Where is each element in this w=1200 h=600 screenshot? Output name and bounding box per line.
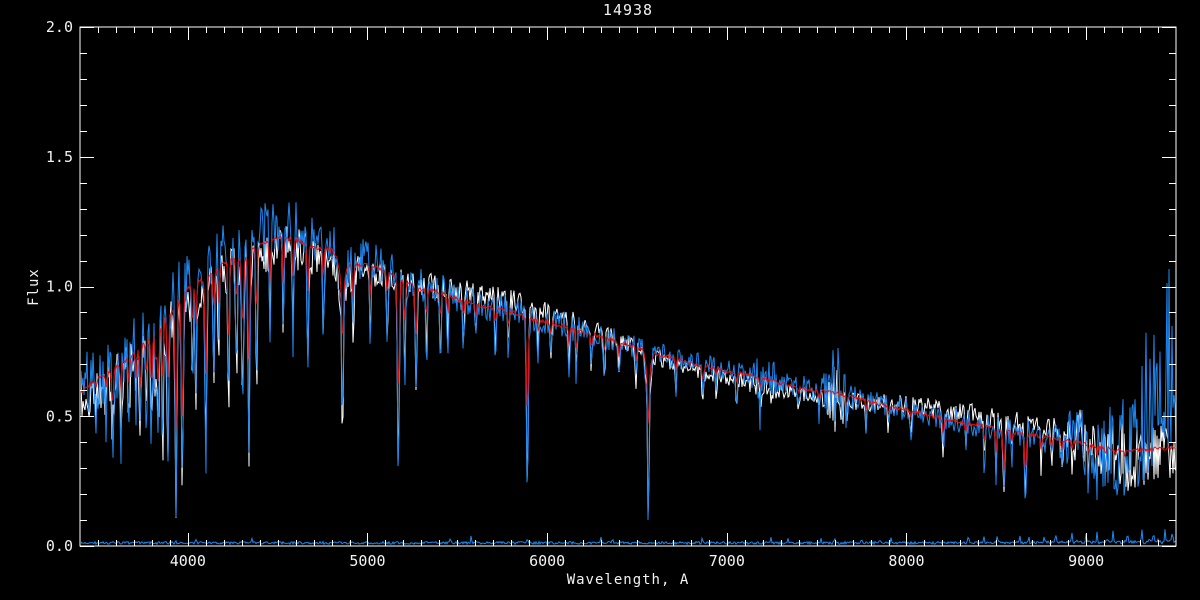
x-tick-label: 4000 (170, 552, 206, 570)
model-fit-path (81, 235, 1176, 471)
x-tick-label: 6000 (529, 552, 565, 570)
tick-labels: 4000 5000 6000 7000 8000 9000 0.0 0.5 1.0 1.5 2.0 (46, 18, 1104, 570)
y-tick-label: 1.5 (46, 148, 73, 166)
y-tick-label: 1.0 (46, 278, 73, 296)
chart-title: 14938 (602, 1, 654, 19)
x-tick-label: 8000 (888, 552, 924, 570)
sky-spectrum-path (81, 529, 1176, 546)
observed-spectrum-path (81, 202, 1176, 521)
x-tick-label: 5000 (349, 552, 385, 570)
x-axis-label: Wavelength, A (566, 572, 690, 588)
spectra-layer (81, 202, 1176, 546)
y-axis-label: Flux (26, 268, 42, 306)
spectrum-plot-window: 4000 5000 6000 7000 8000 9000 0.0 0.5 1.0 1.5 2.0 … (0, 0, 1200, 600)
x-tick-label: 7000 (709, 552, 745, 570)
y-tick-label: 2.0 (46, 18, 73, 36)
x-tick-label: 9000 (1068, 552, 1104, 570)
y-tick-label: 0.0 (46, 537, 73, 555)
y-tick-label: 0.5 (46, 407, 73, 425)
spectrum-plot-svg: 4000 5000 6000 7000 8000 9000 0.0 0.5 1.0 1.5 2.0 (46, 18, 1177, 570)
